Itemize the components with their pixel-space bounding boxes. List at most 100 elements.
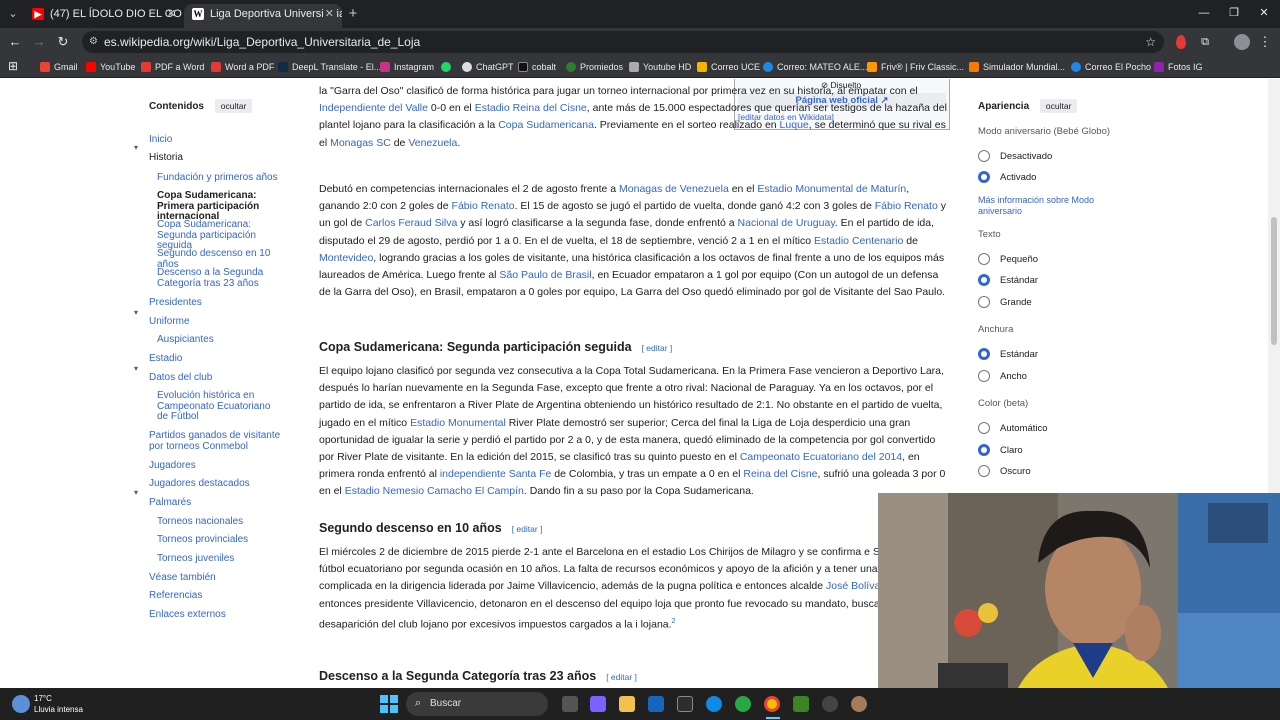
article-link[interactable]: Estadio Nemesio Camacho El Campín <box>345 485 524 497</box>
url-text[interactable]: es.wikipedia.org/wiki/Liga_Deportiva_Uni… <box>104 31 420 53</box>
edge-icon[interactable] <box>706 696 722 712</box>
toc-item-uniforme[interactable]: Uniforme <box>149 316 289 328</box>
chrome-icon[interactable] <box>764 696 780 712</box>
article-link[interactable]: Estadio Monumental <box>410 417 506 429</box>
bookmark-instagram[interactable]: Instagram <box>380 59 434 75</box>
minecraft-icon[interactable] <box>793 696 809 712</box>
toc-item-torneos-provinciales[interactable]: Torneos provinciales <box>157 534 292 546</box>
bookmark-cobalt[interactable]: cobalt <box>518 59 556 75</box>
radio-pequeno[interactable] <box>978 253 990 265</box>
article-link[interactable]: Luque <box>780 119 809 131</box>
toc-item-copa-segunda[interactable]: Copa Sudamericana: Segunda participación… <box>157 219 292 252</box>
tab-youtube[interactable]: ▶ (47) EL ÍDOLO DIO EL GOLPE EI ✕ <box>24 4 182 28</box>
profile-avatar[interactable] <box>1234 34 1250 50</box>
appearance-hide-button[interactable]: ocultar <box>1039 99 1078 113</box>
weather-icon[interactable] <box>12 695 30 713</box>
scrollbar-thumb[interactable] <box>1271 217 1277 345</box>
bookmark-youtube-hd[interactable]: Youtube HD <box>629 59 691 75</box>
toc-item-vease[interactable]: Véase también <box>149 572 289 584</box>
close-window-icon[interactable]: ✕ <box>1254 4 1274 22</box>
toc-item-partidos-ganados[interactable]: Partidos ganados de visitante por torneo… <box>149 430 294 452</box>
apps-grid-icon[interactable]: ⊞ <box>8 59 18 75</box>
anniversary-info-link[interactable]: Más información sobre Modo aniversario <box>978 195 1118 216</box>
bookmark-fotos-ig[interactable]: Fotos IG <box>1154 59 1203 75</box>
app-icon[interactable] <box>735 696 751 712</box>
bookmark-chatgpt[interactable]: ChatGPT <box>462 59 514 75</box>
site-info-icon[interactable]: ⚙ <box>89 31 98 53</box>
toc-item-inicio[interactable]: Inicio <box>149 134 289 146</box>
toc-item-torneos-juveniles[interactable]: Torneos juveniles <box>157 553 292 565</box>
reference-marker[interactable]: 2 <box>672 618 676 625</box>
bookmark-deepl[interactable]: DeepL Translate - El... <box>278 59 381 75</box>
article-link[interactable]: Reina del Cisne <box>743 468 817 480</box>
article-link[interactable]: independiente Santa Fe <box>440 468 552 480</box>
windows-start-icon[interactable] <box>380 695 398 713</box>
toc-item-descenso-segunda[interactable]: Descenso a la Segunda Categoría tras 23 … <box>157 267 287 289</box>
bookmark-youtube[interactable]: YouTube <box>86 59 135 75</box>
radio-automatico[interactable] <box>978 422 990 434</box>
edit-section-link[interactable]: [ editar ] <box>642 343 673 353</box>
toc-collapse-icon[interactable]: ▾ <box>134 308 138 317</box>
user-app-icon[interactable] <box>851 696 867 712</box>
article-link[interactable]: Fábio Renato <box>875 200 938 212</box>
toc-item-jugadores-destacados[interactable]: Jugadores destacados <box>149 478 289 490</box>
radio-estandar-anchura[interactable] <box>978 348 990 360</box>
article-link[interactable]: Montevideo <box>319 252 373 264</box>
radio-activado[interactable] <box>978 171 990 183</box>
toc-collapse-icon[interactable]: ▾ <box>134 143 138 152</box>
article-link[interactable]: Estadio Monumental de Maturín <box>757 183 906 195</box>
article-link[interactable]: Estadio Reina del Cisne <box>475 102 587 114</box>
toc-collapse-icon[interactable]: ▾ <box>134 488 138 497</box>
forward-icon[interactable]: → <box>30 33 48 51</box>
menu-kebab-icon[interactable]: ⋮ <box>1256 33 1274 51</box>
close-tab-icon[interactable]: ✕ <box>167 4 176 24</box>
toc-item-auspiciantes[interactable]: Auspiciantes <box>157 334 292 346</box>
toc-item-presidentes[interactable]: Presidentes <box>149 297 289 309</box>
task-view-icon[interactable] <box>562 696 578 712</box>
radio-oscuro[interactable] <box>978 465 990 477</box>
bookmark-simulador[interactable]: Simulador Mundial... <box>969 59 1065 75</box>
article-link[interactable]: Copa Sudamericana <box>498 119 594 131</box>
bookmark-correo-pocho[interactable]: Correo El Pocho <box>1071 59 1151 75</box>
article-link[interactable]: Campeonato Ecuatoriano del 2014 <box>740 451 902 463</box>
bookmark-correo-mateo[interactable]: Correo: MATEO ALE... <box>763 59 867 75</box>
radio-grande[interactable] <box>978 296 990 308</box>
tab-wikipedia[interactable]: W Liga Deportiva Universitaria de ✕ <box>184 4 342 28</box>
radio-ancho[interactable] <box>978 370 990 382</box>
toc-item-datos-club[interactable]: Datos del club <box>149 372 289 384</box>
minimize-icon[interactable]: — <box>1194 4 1214 22</box>
toc-item-torneos-nacionales[interactable]: Torneos nacionales <box>157 516 292 528</box>
article-link[interactable]: Nacional de Uruguay <box>738 217 835 229</box>
weather-widget[interactable]: 17°C Lluvia intensa <box>34 693 83 715</box>
toc-item-palmares[interactable]: Palmarés <box>149 497 289 509</box>
bookmark-friv[interactable]: Friv® | Friv Classic... <box>867 59 964 75</box>
article-link[interactable]: Independiente del Valle <box>319 102 428 114</box>
edit-section-link[interactable]: [ editar ] <box>512 524 543 534</box>
bookmark-whatsapp[interactable] <box>441 59 455 75</box>
toc-item-copa-primera[interactable]: Copa Sudamericana: Primera participación… <box>157 190 292 223</box>
toc-item-referencias[interactable]: Referencias <box>149 590 289 602</box>
toc-item-historia[interactable]: Historia <box>149 152 289 164</box>
bookmark-star-icon[interactable]: ☆ <box>1145 31 1156 53</box>
maximize-icon[interactable]: ❐ <box>1224 4 1244 22</box>
address-bar[interactable]: ⚙ es.wikipedia.org/wiki/Liga_Deportiva_U… <box>82 31 1164 53</box>
close-tab-icon[interactable]: ✕ <box>322 4 336 24</box>
article-link[interactable]: Venezuela <box>408 137 457 149</box>
article-link[interactable]: Monagas de Venezuela <box>619 183 729 195</box>
store-icon[interactable] <box>677 696 693 712</box>
bookmark-promiedos[interactable]: Promiedos <box>566 59 623 75</box>
outlook-icon[interactable] <box>648 696 664 712</box>
bookmark-word-a-pdf[interactable]: Word a PDF <box>211 59 274 75</box>
edit-section-link[interactable]: [ editar ] <box>606 672 637 682</box>
toc-item-enlaces[interactable]: Enlaces externos <box>149 609 289 621</box>
bookmark-pdf-a-word[interactable]: PDF a Word <box>141 59 204 75</box>
copilot-icon[interactable] <box>590 696 606 712</box>
extensions-puzzle-icon[interactable]: ⧉ <box>1196 33 1214 51</box>
file-explorer-icon[interactable] <box>619 696 635 712</box>
radio-claro[interactable] <box>978 444 990 456</box>
toc-item-evolucion[interactable]: Evolución histórica en Campeonato Ecuato… <box>157 390 282 423</box>
article-link[interactable]: São Paulo de Brasil <box>499 269 591 281</box>
article-link[interactable]: Carlos Feraud Silva <box>365 217 457 229</box>
back-icon[interactable]: ← <box>6 33 24 51</box>
taskbar-search[interactable]: ⌕ Buscar <box>406 692 548 716</box>
